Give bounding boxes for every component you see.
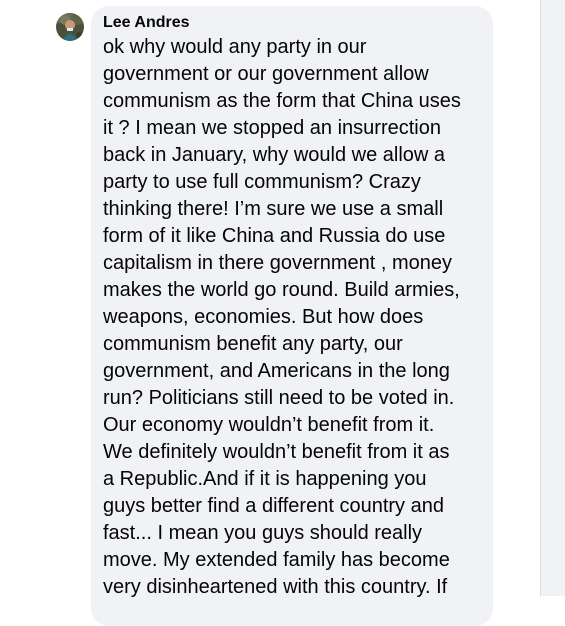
comment-text-line: fast... I mean you guys should really bbox=[103, 522, 423, 544]
comment-text-line: back in January, why would we allow a bbox=[103, 144, 446, 166]
comment-text-line: weapons, economies. But how does bbox=[103, 306, 424, 328]
comment-author-name[interactable]: Lee Andres bbox=[103, 13, 481, 33]
comment-text-line: move. My extended family has become bbox=[103, 549, 450, 571]
right-rail-scrollbar[interactable] bbox=[540, 0, 565, 596]
user-avatar-photo-icon bbox=[56, 13, 84, 41]
comment-text-line: capitalism in there government , money bbox=[103, 252, 453, 274]
comment-text-line: makes the world go round. Build armies, bbox=[103, 279, 460, 301]
comment-text-line: thinking there! I’m sure we use a small bbox=[103, 198, 444, 220]
comment-text-line: government or our government allow bbox=[103, 63, 429, 85]
comment-text-line: communism benefit any party, our bbox=[103, 333, 403, 355]
feed-column: Lee Andres ok why would any party in our… bbox=[0, 0, 540, 626]
comment-text-line: form of it like China and Russia do use bbox=[103, 225, 446, 247]
comment-text-line: a Republic.And if it is happening you bbox=[103, 468, 427, 490]
comment-text-line: government, and Americans in the long bbox=[103, 360, 450, 382]
comment-text-line: very disinheartened with this country. I… bbox=[103, 576, 448, 598]
comment-text-line: We definitely wouldn’t benefit from it a… bbox=[103, 441, 450, 463]
comment-text-line: guys better find a different country and bbox=[103, 495, 444, 517]
comment-text-line: party to use full communism? Crazy bbox=[103, 171, 421, 193]
comment-text-line: run? Politicians still need to be voted … bbox=[103, 387, 455, 409]
comment-text-line: it ? I mean we stopped an insurrection bbox=[103, 117, 441, 139]
avatar[interactable] bbox=[56, 13, 84, 41]
comment-text-line: communism as the form that China uses bbox=[103, 90, 461, 112]
comment-bubble: Lee Andres ok why would any party in our… bbox=[91, 6, 493, 626]
comment-body: ok why would any party in our government… bbox=[103, 34, 483, 601]
comment-text-line: Our economy wouldn’t benefit from it. bbox=[103, 414, 435, 436]
comment-text-line: ok why would any party in our bbox=[103, 36, 367, 58]
